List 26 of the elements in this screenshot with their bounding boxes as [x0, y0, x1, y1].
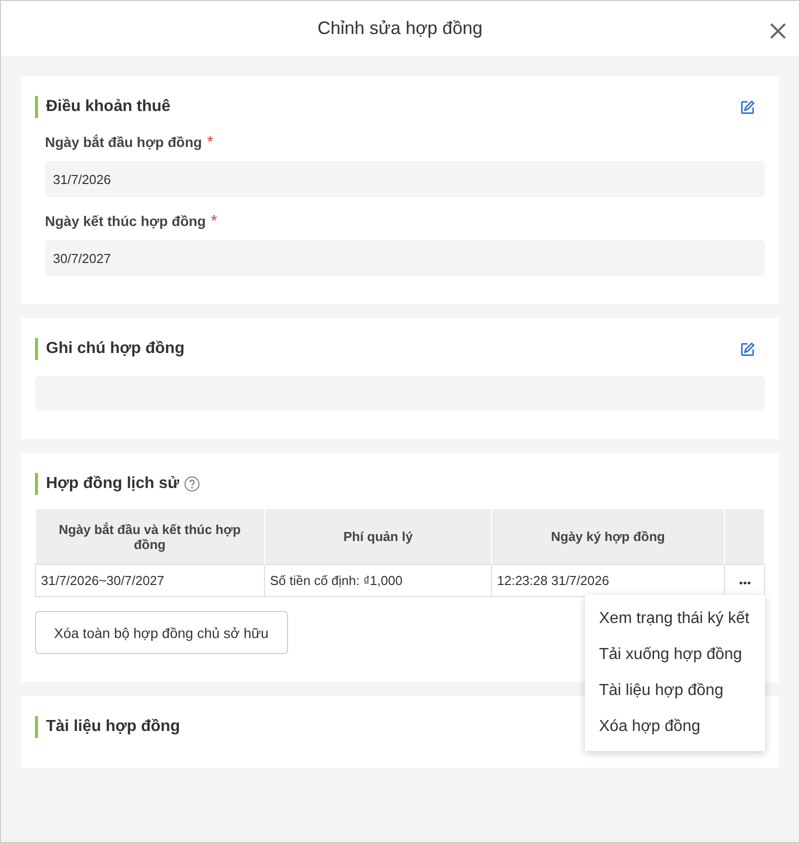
field-label: Ngày kết thúc hợp đồng	[45, 213, 206, 229]
column-header: Phí quản lý	[264, 509, 492, 564]
required-mark: *	[206, 134, 214, 152]
delete-all-button[interactable]: Xóa toàn bộ hợp đồng chủ sở hữu	[35, 611, 288, 654]
column-header: Ngày ký hợp đồng	[492, 509, 724, 564]
edit-icon[interactable]	[740, 342, 755, 356]
table-cell: Số tiền cố định: ₫1,000	[264, 564, 492, 596]
section-title: Hợp đồng lịch sử	[46, 475, 180, 493]
menu-item[interactable]: Tải xuống hợp đồng	[585, 637, 765, 673]
column-header: Ngày bắt đầu và kết thúc hợp đồng	[36, 509, 264, 564]
input-field[interactable]: 31/7/2026	[45, 161, 765, 197]
field-label: Ngày bắt đầu hợp đồng	[45, 134, 202, 150]
dialog-title: Chỉnh sửa hợp đồng	[318, 18, 482, 39]
required-mark: *	[210, 213, 218, 231]
close-icon[interactable]	[769, 22, 787, 40]
menu-item[interactable]: Xem trạng thái ký kết	[585, 601, 765, 637]
help-icon[interactable]	[184, 476, 200, 492]
section-title: Tài liệu hợp đồng	[46, 718, 180, 736]
menu-item[interactable]: Xóa hợp đồng	[585, 709, 765, 745]
table-cell: 31/7/2026~30/7/2027	[36, 564, 264, 596]
edit-icon[interactable]	[740, 100, 755, 114]
input-field[interactable]: 30/7/2027	[45, 240, 765, 276]
more-icon[interactable]	[738, 581, 750, 585]
section-title: Điều khoản thuê	[46, 98, 170, 116]
section-title: Ghi chú hợp đồng	[46, 340, 184, 358]
menu-item[interactable]: Tài liệu hợp đồng	[585, 673, 765, 709]
